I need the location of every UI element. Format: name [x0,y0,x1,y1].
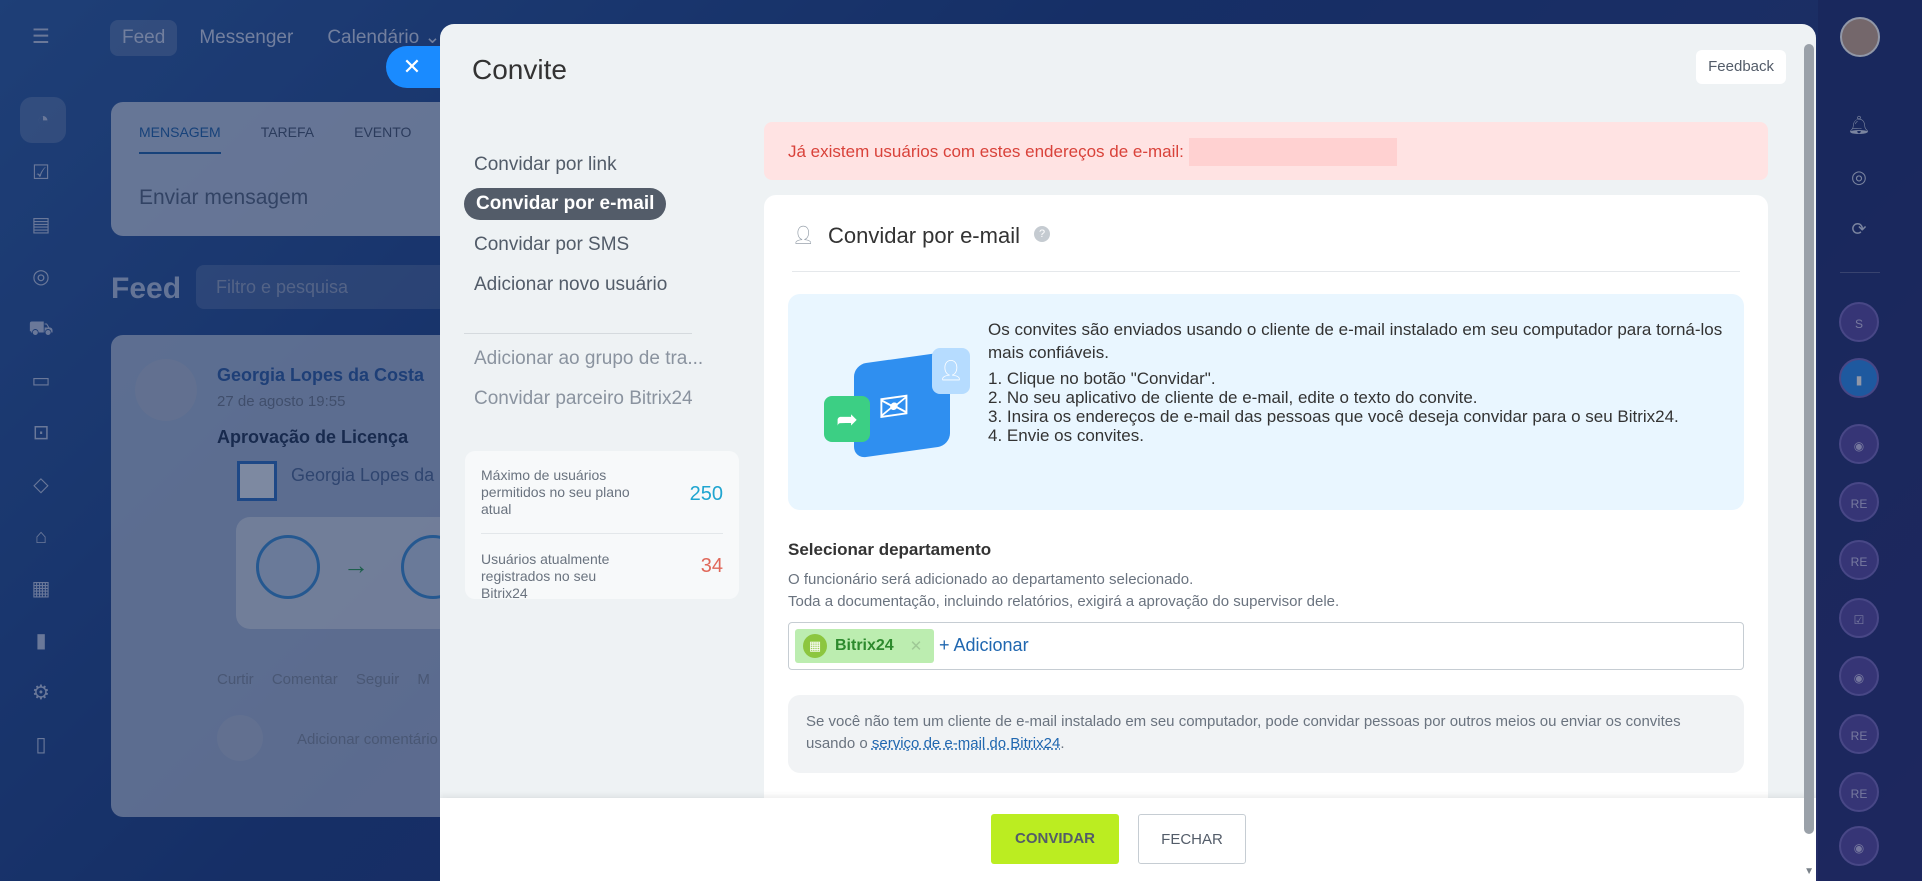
current-users-label: Usuários atualmente registrados no seu B… [481,551,610,601]
email-invite-card: 👤︎ Convidar por e-mail ? ✉ ➦ 👤︎ Os convi… [764,195,1768,881]
mail-illustration-icon: ✉ ➦ 👤︎ [824,348,974,459]
redacted-emails [1189,138,1397,166]
info-step: 4. Envie os convites. [988,426,1144,445]
department-title: Selecionar departamento [788,540,992,559]
department-selector[interactable]: ▦ Bitrix24 ✕ + Adicionar [788,622,1744,670]
building-icon: ▦ [803,634,827,658]
bitrix-email-service-link[interactable]: serviço de e-mail do Bitrix24 [872,735,1060,752]
user-limit-stats: Máximo de usuários permitidos no seu pla… [465,451,739,601]
email-client-note: Se você não tem um cliente de e-mail ins… [788,695,1744,773]
feedback-button[interactable]: Feedback [1696,50,1786,84]
footer-bar: CONVIDAR FECHAR [440,798,1816,881]
menu-item-sms[interactable]: Convidar por SMS [474,234,629,256]
add-department-link[interactable]: + Adicionar [939,635,1029,656]
info-intro: Os convites são enviados usando o client… [988,320,1723,362]
scrollbar[interactable] [1804,44,1814,834]
department-chip[interactable]: ▦ Bitrix24 ✕ [795,629,935,663]
department-desc-line: Toda a documentação, incluindo relatório… [788,593,1340,610]
max-users-value: 250 [689,483,723,505]
invite-slider: Convite Feedback Convidar por link Convi… [440,24,1816,881]
scroll-down-icon[interactable]: ▼ [1804,866,1814,877]
current-users-value: 34 [700,555,723,577]
error-alert: Já existem usuários com estes endereços … [764,122,1768,180]
page-title: Convite [472,54,567,85]
help-icon[interactable]: ? [1034,226,1050,242]
department-description: O funcionário será adicionado ao departa… [788,569,1339,613]
menu-item-partner[interactable]: Convidar parceiro Bitrix24 [474,388,693,410]
close-slider-button[interactable]: ✕ [386,46,448,88]
max-users-label: Máximo de usuários permitidos no seu pla… [481,467,630,517]
close-button[interactable]: FECHAR [1138,814,1246,864]
invite-button[interactable]: CONVIDAR [991,814,1119,864]
divider [792,271,1740,272]
department-desc-line: O funcionário será adicionado ao departa… [788,571,1194,588]
menu-item-link[interactable]: Convidar por link [474,154,617,176]
department-chip-label: Bitrix24 [835,637,894,654]
menu-item-email[interactable]: Convidar por e-mail [464,188,667,220]
alert-text: Já existem usuários com estes endereços … [788,142,1184,161]
remove-icon[interactable]: ✕ [910,637,923,655]
card-heading: Convidar por e-mail [828,223,1020,248]
info-box: ✉ ➦ 👤︎ Os convites são enviados usando o… [788,294,1744,510]
menu-item-group[interactable]: Adicionar ao grupo de tra... [474,348,703,370]
menu-item-new-user[interactable]: Adicionar novo usuário [474,274,667,296]
divider [464,333,692,334]
note-end: . [1060,735,1065,752]
user-invite-icon: 👤︎ [792,225,815,245]
divider [481,533,723,534]
